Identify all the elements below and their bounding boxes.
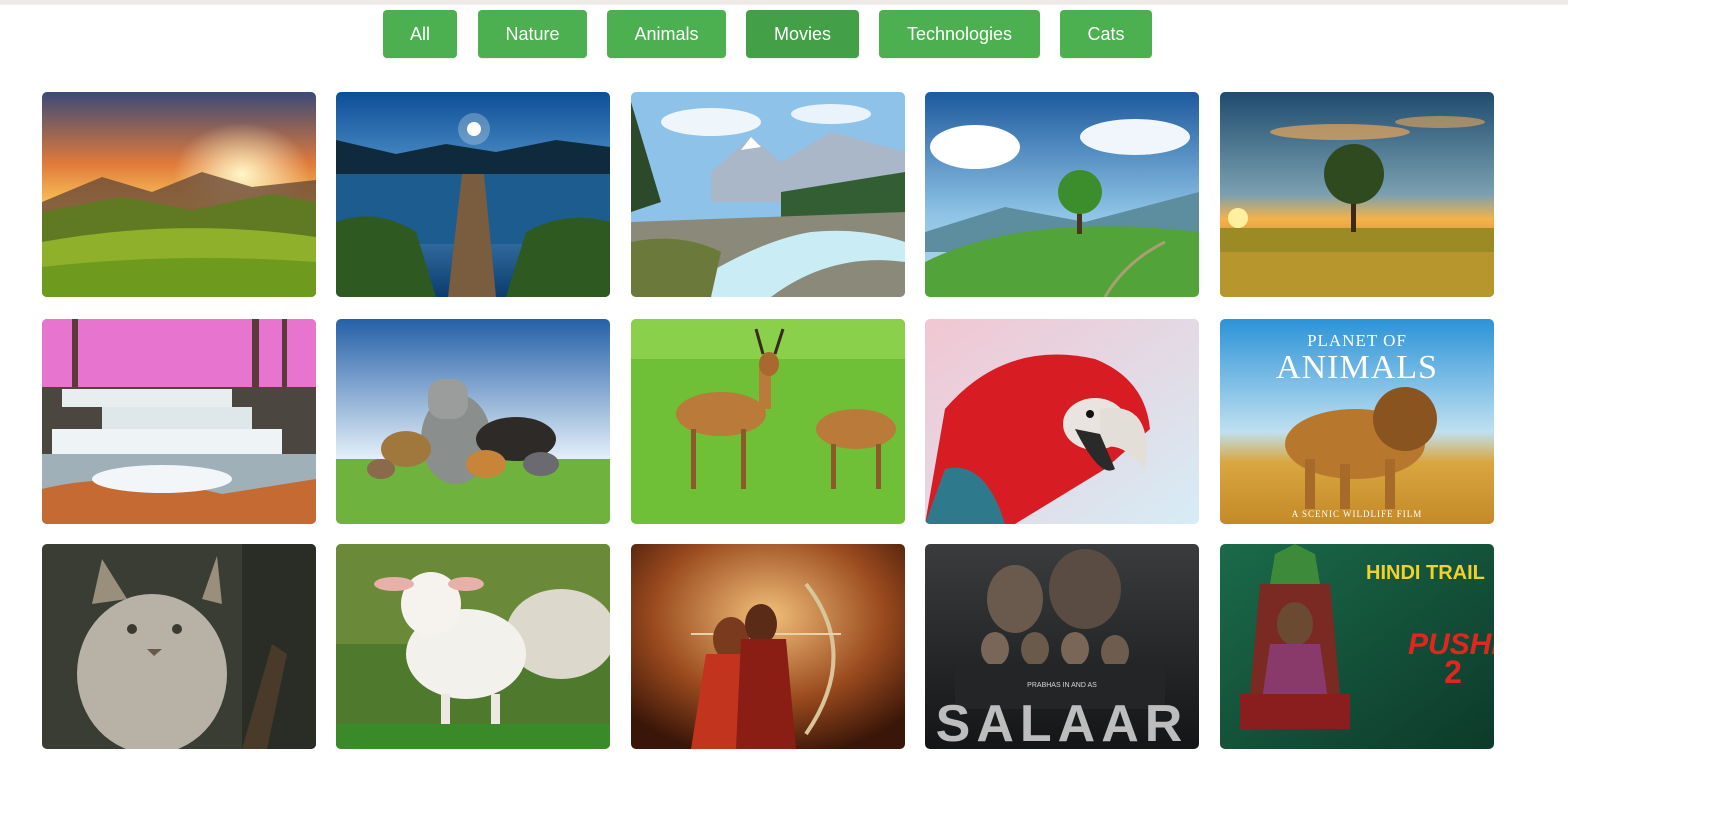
gallery-image-pushpa-poster[interactable]: HINDI TRAIL PUSHPA 2: [1220, 544, 1494, 749]
gallery-image-antelopes[interactable]: [631, 319, 905, 524]
tree-sunset-field-image: [1220, 92, 1494, 297]
gallery-image-lone-tree-hill[interactable]: [925, 92, 1199, 297]
poster-title-line2: ANIMALS: [1276, 349, 1438, 386]
poster-title: SALAAR: [935, 695, 1189, 749]
lamb-image: [336, 544, 610, 749]
poster-caption: A SCENIC WILDLIFE FILM: [1291, 509, 1423, 519]
lake-pier-image: [336, 92, 610, 297]
gallery-image-red-macaw[interactable]: [925, 319, 1199, 524]
mountain-river-image: [631, 92, 905, 297]
gallery-image-waterfall-pink-forest[interactable]: [42, 319, 316, 524]
mountain-sunset-image: [42, 92, 316, 297]
wild-animals-group-image: [336, 319, 610, 524]
archer-poster-image: [631, 544, 905, 749]
lynx-image: [42, 544, 316, 749]
gallery-image-lamb[interactable]: [336, 544, 610, 749]
waterfall-pink-forest-image: [42, 319, 316, 524]
gallery-image-mountain-sunset[interactable]: [42, 92, 316, 297]
gallery-image-archer-poster[interactable]: [631, 544, 905, 749]
lone-tree-hill-image: [925, 92, 1199, 297]
gallery-image-salaar-poster[interactable]: PRABHAS IN AND AS SALAAR: [925, 544, 1199, 749]
poster-title-line1: PLANET OF: [1307, 331, 1407, 350]
gallery-image-lynx[interactable]: [42, 544, 316, 749]
red-macaw-image: [925, 319, 1199, 524]
poster-banner: HINDI TRAIL: [1366, 562, 1485, 584]
poster-number: 2: [1444, 654, 1462, 690]
antelopes-image: [631, 319, 905, 524]
gallery-image-lake-pier[interactable]: [336, 92, 610, 297]
gallery-image-mountain-river[interactable]: [631, 92, 905, 297]
image-gallery: PLANET OF ANIMALS A SCENIC WILDLIFE FILM: [0, 0, 1568, 749]
gallery-image-planet-of-animals-poster[interactable]: PLANET OF ANIMALS A SCENIC WILDLIFE FILM: [1220, 319, 1494, 524]
gallery-image-wild-animals-group[interactable]: [336, 319, 610, 524]
poster-credit: PRABHAS IN AND AS: [1027, 682, 1097, 689]
gallery-image-tree-sunset-field[interactable]: [1220, 92, 1494, 297]
